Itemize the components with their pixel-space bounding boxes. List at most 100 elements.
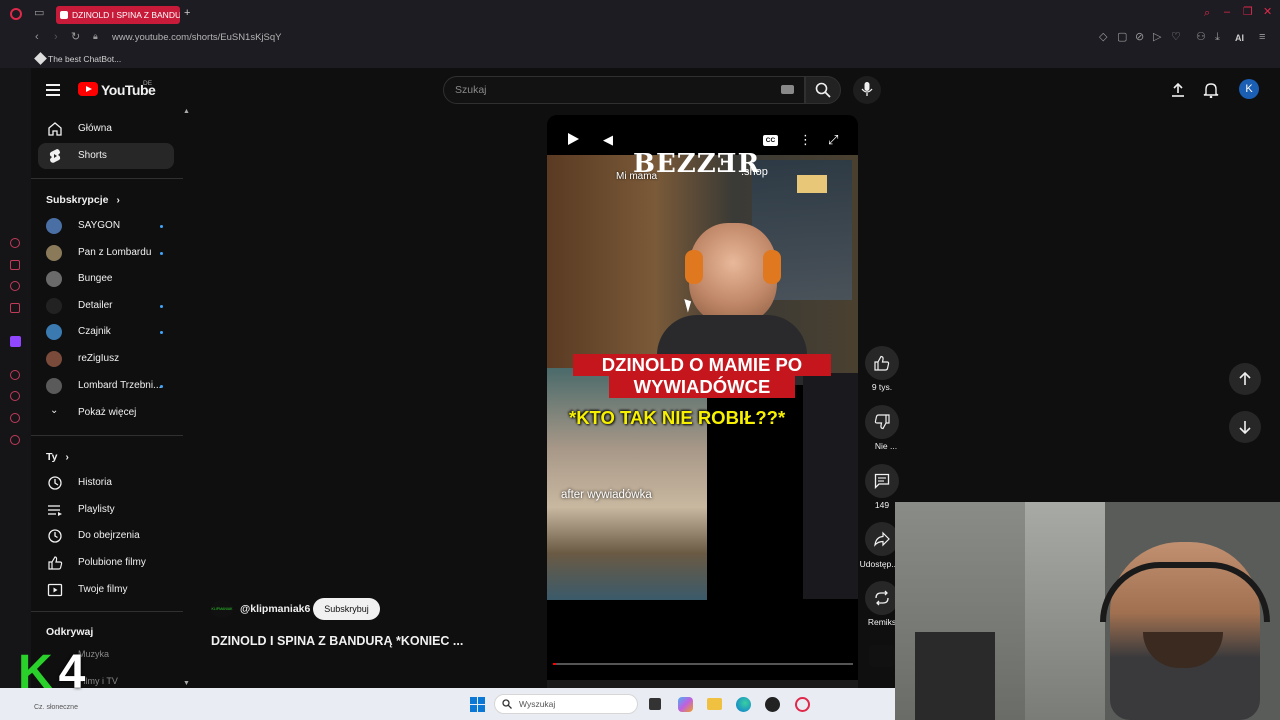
volume-icon[interactable]: ◀︎	[603, 132, 613, 148]
play-button[interactable]	[568, 133, 579, 145]
sidebar-subscription-item[interactable]: Czajnik	[38, 319, 174, 345]
channel-avatar[interactable]: KLIPMANIAK	[211, 600, 233, 618]
menu-icon[interactable]	[46, 84, 60, 96]
channel-name[interactable]: @klipmaniak6	[240, 603, 310, 615]
playlists-icon	[48, 505, 62, 516]
sidebar-subscription-item[interactable]: Lombard Trzebni...	[38, 373, 174, 399]
maximize-icon[interactable]: ❐	[1243, 7, 1253, 18]
youtube-logo-icon[interactable]	[78, 82, 98, 96]
short-title[interactable]: DZINOLD I SPINA Z BANDURĄ *KONIEC ...	[211, 634, 463, 648]
comments-button[interactable]	[865, 464, 899, 498]
search-tabs-icon[interactable]: ⌕	[1204, 8, 1210, 19]
profile-icon[interactable]: ⚇	[1196, 32, 1206, 43]
sidebar-scroll-up-icon[interactable]: ▲	[183, 108, 190, 115]
aria-ai-button[interactable]: AI	[1235, 33, 1244, 43]
video-frame-chat-panel	[803, 373, 858, 599]
search-input[interactable]: Szukaj	[443, 76, 805, 104]
sidebar-item-shorts[interactable]: Shorts	[38, 143, 174, 169]
captions-icon[interactable]: CC	[763, 135, 778, 146]
snapshot-icon[interactable]: ▢	[1117, 32, 1127, 43]
copilot-icon[interactable]	[678, 697, 693, 712]
subscriptions-heading[interactable]: Subskrypcje ›	[46, 194, 120, 206]
liked-icon	[48, 556, 63, 570]
caption-top: Mi mama	[616, 171, 658, 182]
file-explorer-icon[interactable]	[707, 698, 722, 710]
notifications-bell-icon[interactable]	[1203, 82, 1219, 103]
voice-search-button[interactable]	[853, 76, 881, 104]
easy-setup-icon[interactable]: ≡	[1259, 32, 1265, 43]
caption-bottom: after wywiadówka	[561, 489, 652, 501]
sidebar-subscription-item[interactable]: Detailer	[38, 293, 174, 319]
like-button[interactable]	[865, 346, 899, 380]
more-options-icon[interactable]: ⋮	[799, 132, 812, 148]
sidebar-item-history[interactable]: Historia	[38, 470, 174, 496]
player-icon[interactable]: ▷	[1153, 32, 1161, 43]
shorts-icon	[49, 149, 61, 163]
divider	[31, 435, 183, 436]
settings-rail-icon[interactable]	[10, 435, 20, 445]
search-button[interactable]	[805, 76, 841, 104]
video-frame-headphone-right	[763, 250, 781, 284]
bookmark-chatbot[interactable]: The best ChatBot...	[48, 54, 121, 64]
short-video-player[interactable]: BEZZƎR .shop Mi mama DZINOLD O MAMIE PO …	[547, 115, 858, 690]
task-view-icon[interactable]	[649, 698, 661, 710]
windows-start-icon[interactable]	[470, 697, 485, 712]
extensions-rail-icon[interactable]	[10, 413, 20, 423]
sidebar-subscription-item[interactable]: SAYGON	[38, 213, 174, 239]
dislike-button[interactable]	[865, 405, 899, 439]
messenger-icon[interactable]	[10, 281, 20, 291]
fullscreen-icon[interactable]: ⤢	[828, 132, 838, 148]
chevron-right-icon: ›	[65, 452, 69, 463]
tab-active[interactable]: DZINOLD I SPINA Z BANDU	[56, 6, 180, 24]
sidebar-scroll-down-icon[interactable]: ▼	[183, 680, 190, 687]
account-avatar[interactable]: K	[1239, 79, 1259, 99]
crypto-wallet-icon[interactable]	[10, 260, 20, 270]
twitch-icon[interactable]	[10, 336, 21, 347]
sidebar-item-watch-later[interactable]: Do obejrzenia	[38, 523, 174, 549]
sidebar-item-playlists[interactable]: Playlisty	[38, 497, 174, 523]
webcam-door	[1025, 502, 1105, 720]
reload-icon[interactable]: ↻	[71, 32, 80, 43]
aria-icon[interactable]	[10, 238, 20, 248]
download-icon[interactable]: ⤓	[1215, 32, 1220, 43]
remix-button[interactable]	[865, 581, 899, 615]
new-content-dot	[160, 384, 163, 388]
gmail-icon[interactable]	[10, 303, 20, 313]
extension-icon[interactable]: ◇	[1099, 32, 1107, 43]
subscribe-button[interactable]: Subskrybuj	[313, 598, 380, 620]
your-videos-icon	[47, 583, 63, 597]
sidebar-subscription-item[interactable]: Bungee	[38, 266, 174, 292]
sidebar-subscription-item[interactable]: Pan z Lombardu	[38, 240, 174, 266]
sidebar-item-home[interactable]: Główna	[38, 116, 174, 142]
close-window-icon[interactable]: ✕	[1263, 7, 1272, 18]
sound-channel-icon[interactable]	[869, 645, 895, 667]
back-icon[interactable]: ‹	[35, 32, 39, 43]
edge-icon[interactable]	[736, 697, 751, 712]
progress-track[interactable]	[553, 663, 853, 665]
sidebar-item-your-videos[interactable]: Twoje filmy	[38, 577, 174, 603]
opera-taskbar-icon[interactable]	[795, 697, 810, 712]
new-tab-icon[interactable]: +	[184, 8, 190, 19]
title-overlay-line3: *KTO TAK NIE ROBIŁ??*	[569, 407, 786, 428]
opera-logo-icon[interactable]	[10, 8, 22, 20]
show-more-button[interactable]: ⌄ Pokaż więcej	[38, 400, 174, 426]
next-short-button[interactable]	[1229, 411, 1261, 443]
taskbar-search-input[interactable]: Wyszukaj	[494, 694, 638, 714]
share-button[interactable]	[865, 522, 899, 556]
create-upload-icon[interactable]	[1171, 82, 1185, 103]
keyboard-icon[interactable]	[781, 85, 794, 94]
adblock-icon[interactable]: ⊘	[1135, 32, 1144, 43]
url-field[interactable]: www.youtube.com/shorts/EuSN1sKjSqY	[112, 32, 282, 43]
tab-workspaces-icon[interactable]: ▭	[34, 8, 44, 19]
bookmark-heart-icon[interactable]: ♡	[1171, 32, 1181, 43]
sidebar-subscription-item[interactable]: reZigIusz	[38, 346, 174, 372]
forward-icon[interactable]: ›	[54, 32, 58, 43]
previous-short-button[interactable]	[1229, 363, 1261, 395]
browser-tab-bar: ▭ DZINOLD I SPINA Z BANDU + ⌕ – ❐ ✕	[0, 0, 1280, 28]
history-rail-icon[interactable]	[10, 391, 20, 401]
player-rail-icon[interactable]	[10, 370, 20, 380]
you-heading[interactable]: Ty ›	[46, 451, 69, 463]
minimize-icon[interactable]: –	[1224, 7, 1230, 18]
sidebar-item-liked[interactable]: Polubione filmy	[38, 550, 174, 576]
opera-gx-icon[interactable]	[765, 697, 780, 712]
